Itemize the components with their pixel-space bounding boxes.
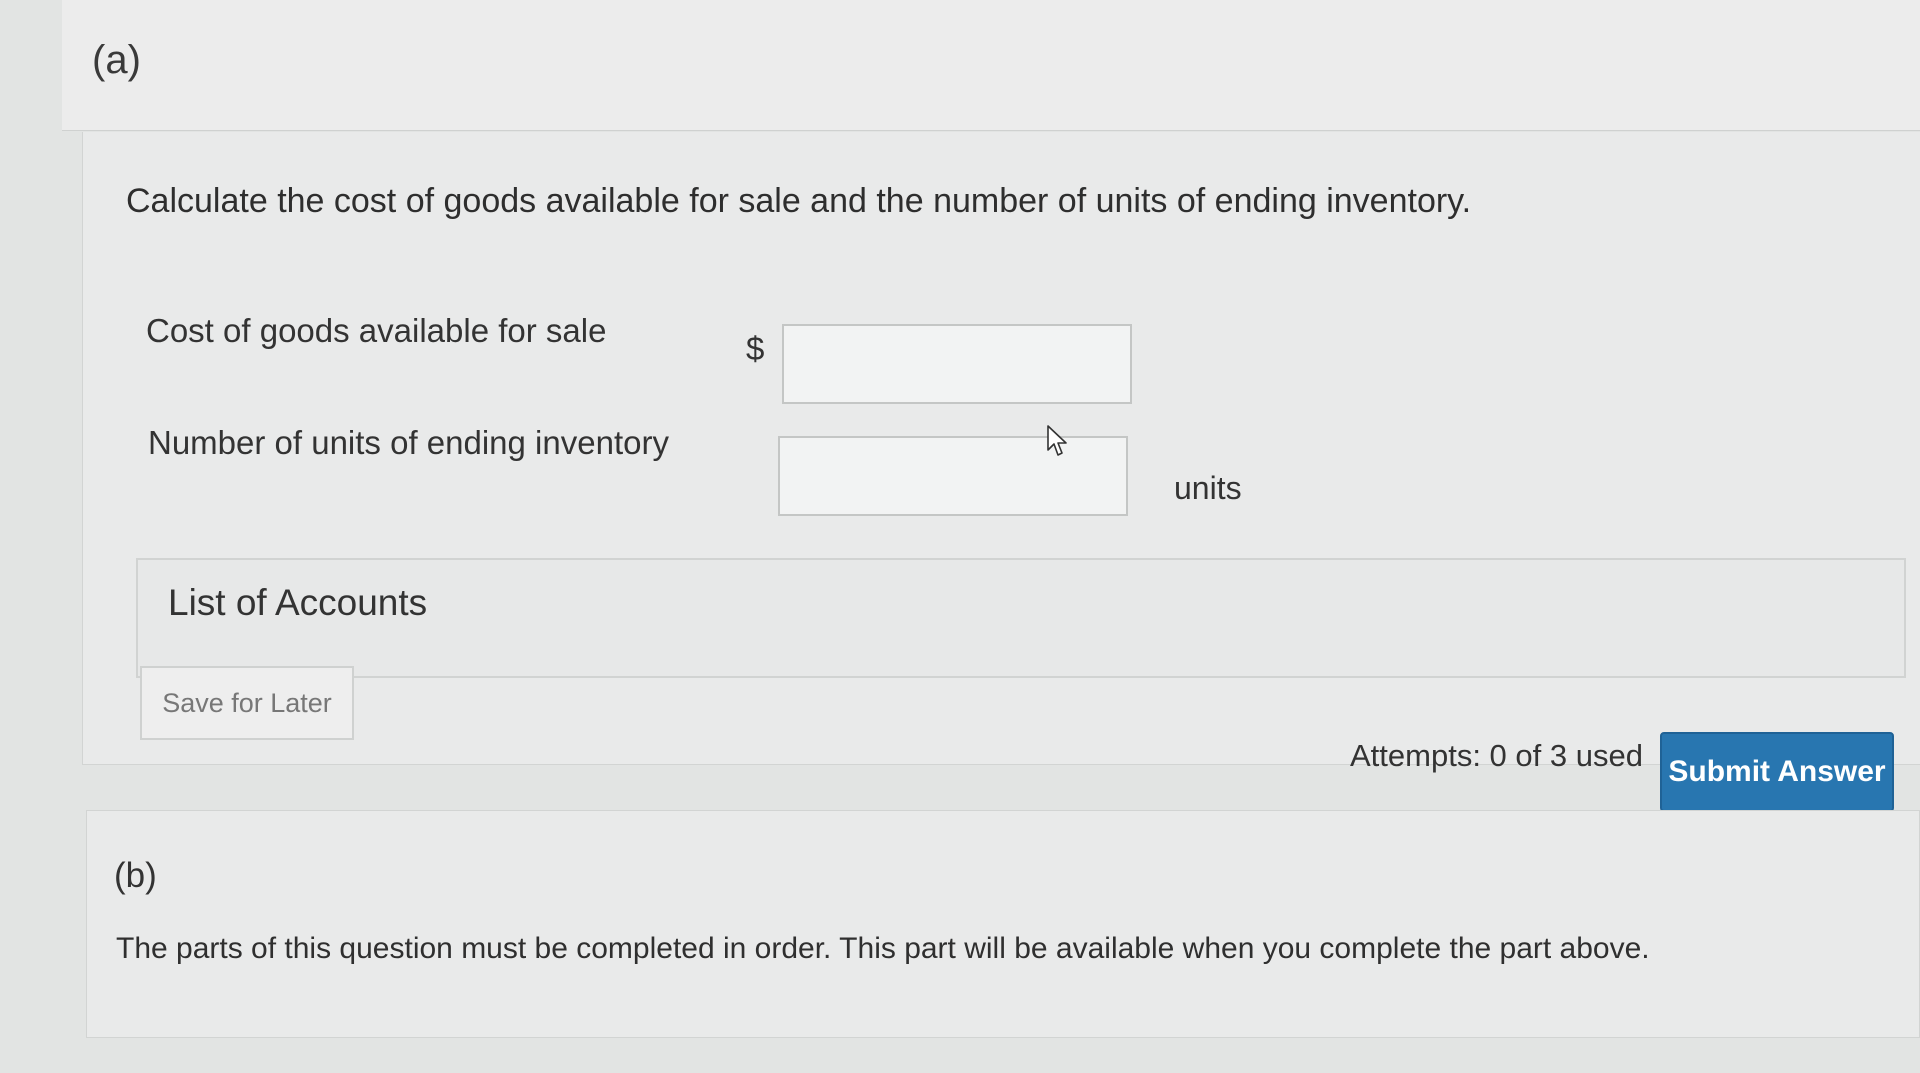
ending-units-label: Number of units of ending inventory [148, 424, 669, 461]
save-for-later-button[interactable]: Save for Later [140, 666, 354, 740]
attempts-counter: Attempts: 0 of 3 used [1350, 738, 1643, 773]
submit-answer-button[interactable]: Submit Answer [1660, 732, 1894, 812]
part-b-label: (b) [114, 856, 157, 895]
cogas-input[interactable] [782, 324, 1132, 404]
cogas-label: Cost of goods available for sale [146, 312, 607, 349]
units-suffix: units [1174, 470, 1242, 506]
part-a-label: (a) [92, 38, 141, 82]
ending-units-input[interactable] [778, 436, 1128, 516]
mouse-pointer-icon [1047, 425, 1067, 456]
part-b-locked-message: The parts of this question must be compl… [116, 932, 1650, 965]
list-of-accounts-label[interactable]: List of Accounts [168, 582, 427, 624]
part-b-panel [86, 810, 1920, 1038]
question-instruction: Calculate the cost of goods available fo… [126, 182, 1472, 220]
part-a-header [62, 0, 1920, 131]
currency-symbol: $ [746, 330, 765, 367]
